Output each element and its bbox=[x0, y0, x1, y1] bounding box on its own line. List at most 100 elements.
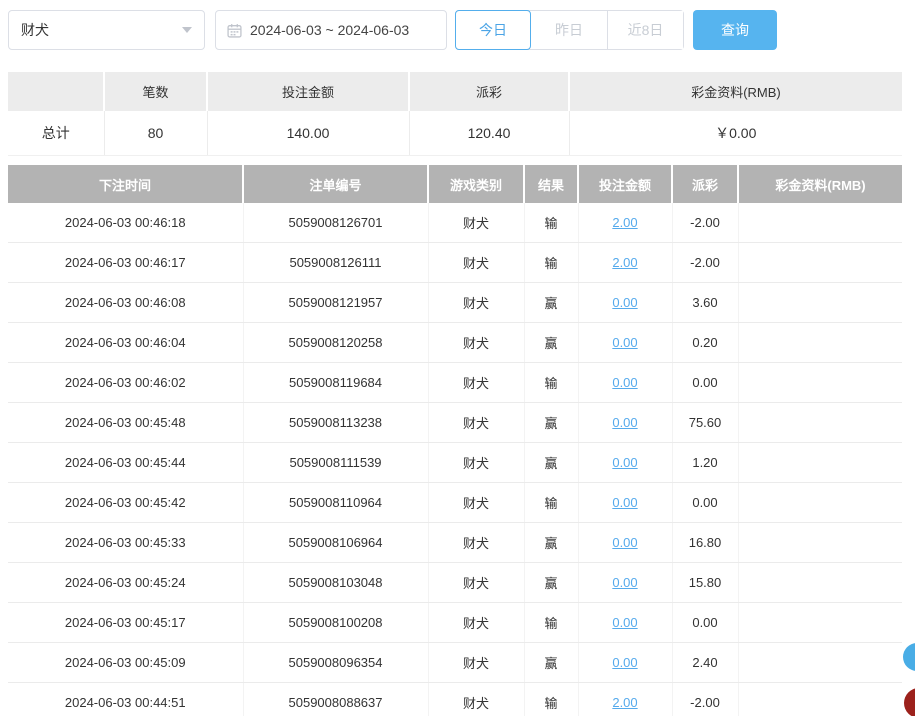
cell-bonus bbox=[738, 482, 902, 523]
table-header-cell: 彩金资料(RMB) bbox=[738, 165, 902, 203]
summary-header-cell bbox=[8, 72, 105, 111]
summary-count: 80 bbox=[104, 111, 208, 156]
cell-bonus bbox=[738, 642, 902, 683]
cell-payout: -2.00 bbox=[672, 203, 739, 243]
table-row: 2024-06-03 00:45:42 5059008110964 财犬 输 0… bbox=[8, 482, 902, 523]
cell-result: 赢 bbox=[524, 442, 579, 483]
search-button[interactable]: 查询 bbox=[693, 10, 777, 50]
cell-bonus bbox=[738, 242, 902, 283]
cell-bet-id: 5059008113238 bbox=[243, 402, 429, 443]
bet-amount-link[interactable]: 2.00 bbox=[612, 215, 637, 230]
cell-bet-id: 5059008096354 bbox=[243, 642, 429, 683]
cell-payout: 0.00 bbox=[672, 482, 739, 523]
cell-bet-amount: 0.00 bbox=[578, 282, 673, 323]
bet-amount-link[interactable]: 0.00 bbox=[612, 415, 637, 430]
summary-header-cell: 派彩 bbox=[409, 72, 570, 111]
cell-bonus bbox=[738, 522, 902, 563]
floating-red-button[interactable] bbox=[904, 688, 915, 716]
quick-date-group: 今日 昨日 近8日 bbox=[455, 10, 684, 50]
toolbar: 财犬 2024-06-03 ~ 2024-06-03 今日 昨日 近8日 查询 bbox=[8, 10, 777, 50]
bet-amount-link[interactable]: 0.00 bbox=[612, 375, 637, 390]
bet-amount-link[interactable]: 0.00 bbox=[612, 655, 637, 670]
cell-bet-amount: 0.00 bbox=[578, 322, 673, 363]
cell-game-type: 财犬 bbox=[428, 322, 525, 363]
cell-bet-time: 2024-06-03 00:45:09 bbox=[8, 642, 244, 683]
chevron-down-icon bbox=[182, 27, 192, 33]
cell-bet-id: 5059008103048 bbox=[243, 562, 429, 603]
cell-bet-amount: 0.00 bbox=[578, 602, 673, 643]
cell-game-type: 财犬 bbox=[428, 682, 525, 716]
quick-date-button-1[interactable]: 昨日 bbox=[531, 11, 607, 49]
cell-payout: 0.00 bbox=[672, 602, 739, 643]
cell-bet-time: 2024-06-03 00:46:17 bbox=[8, 242, 244, 283]
cell-result: 输 bbox=[524, 362, 579, 403]
cell-result: 赢 bbox=[524, 282, 579, 323]
calendar-icon bbox=[227, 23, 242, 38]
cell-bonus bbox=[738, 322, 902, 363]
cell-payout: 15.80 bbox=[672, 562, 739, 603]
cell-game-type: 财犬 bbox=[428, 562, 525, 603]
cell-bonus bbox=[738, 682, 902, 716]
summary-header-cell: 投注金额 bbox=[207, 72, 410, 111]
table-row: 2024-06-03 00:45:48 5059008113238 财犬 赢 0… bbox=[8, 402, 902, 443]
bet-amount-link[interactable]: 0.00 bbox=[612, 615, 637, 630]
quick-date-button-2[interactable]: 近8日 bbox=[607, 11, 683, 49]
bet-amount-link[interactable]: 0.00 bbox=[612, 495, 637, 510]
table-row: 2024-06-03 00:45:17 5059008100208 财犬 输 0… bbox=[8, 602, 902, 643]
quick-date-button-0[interactable]: 今日 bbox=[455, 10, 531, 50]
table-row: 2024-06-03 00:46:02 5059008119684 财犬 输 0… bbox=[8, 362, 902, 403]
cell-game-type: 财犬 bbox=[428, 282, 525, 323]
game-select-value: 财犬 bbox=[21, 22, 49, 38]
table-header-row: 下注时间 注单编号 游戏类别 结果 投注金额 派彩 彩金资料(RMB) bbox=[8, 165, 902, 203]
cell-game-type: 财犬 bbox=[428, 602, 525, 643]
cell-bet-amount: 2.00 bbox=[578, 203, 673, 243]
game-select[interactable]: 财犬 bbox=[8, 10, 205, 50]
app-root: 财犬 2024-06-03 ~ 2024-06-03 今日 昨日 近8日 查询 … bbox=[0, 0, 915, 716]
table-row: 2024-06-03 00:46:04 5059008120258 财犬 赢 0… bbox=[8, 322, 902, 363]
cell-game-type: 财犬 bbox=[428, 442, 525, 483]
cell-payout: 0.20 bbox=[672, 322, 739, 363]
table-header-cell: 游戏类别 bbox=[428, 165, 525, 203]
table-row: 2024-06-03 00:46:08 5059008121957 财犬 赢 0… bbox=[8, 282, 902, 323]
cell-result: 输 bbox=[524, 482, 579, 523]
summary-total-label: 总计 bbox=[8, 111, 105, 156]
cell-bet-amount: 0.00 bbox=[578, 482, 673, 523]
bet-amount-link[interactable]: 2.00 bbox=[612, 695, 637, 710]
cell-payout: 16.80 bbox=[672, 522, 739, 563]
cell-bet-time: 2024-06-03 00:46:04 bbox=[8, 322, 244, 363]
table-row: 2024-06-03 00:46:17 5059008126111 财犬 输 2… bbox=[8, 242, 902, 283]
bet-amount-link[interactable]: 0.00 bbox=[612, 455, 637, 470]
cell-result: 赢 bbox=[524, 322, 579, 363]
cell-bet-amount: 0.00 bbox=[578, 362, 673, 403]
bet-amount-link[interactable]: 0.00 bbox=[612, 535, 637, 550]
bet-amount-link[interactable]: 2.00 bbox=[612, 255, 637, 270]
cell-bet-amount: 0.00 bbox=[578, 402, 673, 443]
cell-bet-id: 5059008121957 bbox=[243, 282, 429, 323]
cell-result: 输 bbox=[524, 242, 579, 283]
cell-bet-time: 2024-06-03 00:45:44 bbox=[8, 442, 244, 483]
floating-blue-button[interactable] bbox=[903, 643, 915, 671]
cell-bet-id: 5059008119684 bbox=[243, 362, 429, 403]
bet-amount-link[interactable]: 0.00 bbox=[612, 575, 637, 590]
bet-amount-link[interactable]: 0.00 bbox=[612, 335, 637, 350]
table-header-cell: 投注金额 bbox=[578, 165, 673, 203]
cell-bet-id: 5059008088637 bbox=[243, 682, 429, 716]
cell-bet-time: 2024-06-03 00:45:42 bbox=[8, 482, 244, 523]
summary-bonus: ￥0.00 bbox=[569, 111, 902, 156]
cell-result: 输 bbox=[524, 203, 579, 243]
table-row: 2024-06-03 00:46:18 5059008126701 财犬 输 2… bbox=[8, 203, 902, 243]
cell-bet-amount: 0.00 bbox=[578, 442, 673, 483]
cell-bonus bbox=[738, 442, 902, 483]
date-range-input[interactable]: 2024-06-03 ~ 2024-06-03 bbox=[215, 10, 447, 50]
cell-bet-id: 5059008106964 bbox=[243, 522, 429, 563]
cell-result: 赢 bbox=[524, 402, 579, 443]
cell-bet-id: 5059008120258 bbox=[243, 322, 429, 363]
cell-bet-time: 2024-06-03 00:46:02 bbox=[8, 362, 244, 403]
cell-result: 输 bbox=[524, 602, 579, 643]
cell-bonus bbox=[738, 562, 902, 603]
cell-bonus bbox=[738, 402, 902, 443]
cell-bet-time: 2024-06-03 00:45:33 bbox=[8, 522, 244, 563]
bet-amount-link[interactable]: 0.00 bbox=[612, 295, 637, 310]
table-row: 2024-06-03 00:45:33 5059008106964 财犬 赢 0… bbox=[8, 522, 902, 563]
cell-game-type: 财犬 bbox=[428, 203, 525, 243]
